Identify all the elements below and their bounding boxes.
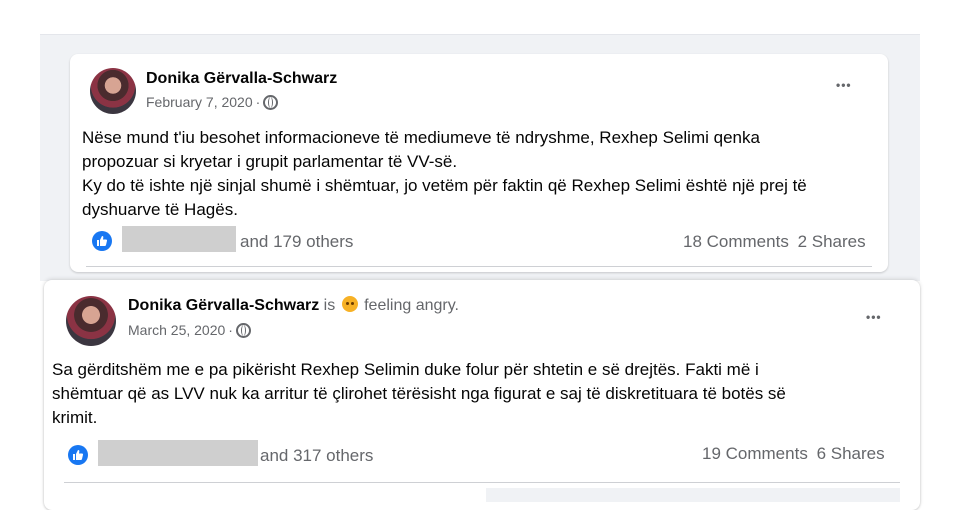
post-date[interactable]: February 7, 2020 (146, 94, 253, 110)
reactions-count[interactable]: and 317 others (260, 446, 373, 466)
author-avatar[interactable] (90, 68, 136, 114)
engagement-counts: 19 Comments 6 Shares (702, 444, 885, 464)
engagement-counts: 18 Comments 2 Shares (683, 232, 866, 252)
post-text-line: Sa gërditshëm me e pa pikërisht Rexhep S… (52, 360, 759, 379)
post-text-line: Ky do të ishte një sinjal shumë i shëmtu… (82, 176, 807, 195)
post-text: Nëse mund t'iu besohet informacioneve të… (82, 126, 882, 222)
shares-count[interactable]: 2 Shares (798, 232, 866, 251)
post-text-line: krimit. (52, 408, 98, 427)
status-is: is (323, 297, 336, 314)
actions-divider (86, 266, 872, 267)
actions-divider (64, 482, 900, 483)
author-name[interactable]: Donika Gërvalla-Schwarz (128, 297, 319, 314)
post-text-line: shëmtuar që as LVV nuk ka arritur të çli… (52, 384, 786, 403)
comments-count[interactable]: 18 Comments (683, 232, 789, 251)
post-header: Donika Gërvalla-Schwarz is feeling angry… (128, 296, 459, 315)
like-reaction-icon[interactable] (68, 445, 88, 465)
redacted-names (98, 440, 258, 466)
comments-count[interactable]: 19 Comments (702, 444, 808, 463)
globe-icon (263, 94, 279, 110)
shares-count[interactable]: 6 Shares (817, 444, 885, 463)
more-options-button[interactable]: ••• (866, 310, 882, 324)
like-reaction-icon[interactable] (92, 231, 112, 251)
feeling-status[interactable]: feeling angry. (364, 297, 459, 314)
author-name[interactable]: Donika Gërvalla-Schwarz (146, 70, 337, 88)
post-meta: February 7, 2020 · (146, 94, 279, 110)
author-avatar[interactable] (66, 296, 116, 346)
post-text-line: Nëse mund t'iu besohet informacioneve të… (82, 128, 760, 147)
globe-icon (235, 322, 251, 338)
post-text: Sa gërditshëm me e pa pikërisht Rexhep S… (52, 358, 918, 430)
meta-separator: · (228, 322, 233, 338)
post-meta: March 25, 2020 · (128, 322, 251, 338)
meta-separator: · (255, 94, 261, 110)
post-date[interactable]: March 25, 2020 (128, 322, 225, 338)
angry-emoji-icon (341, 296, 358, 312)
post-text-line: propozuar si kryetar i grupit parlamenta… (82, 152, 458, 171)
post-card-1: Donika Gërvalla-Schwarz February 7, 2020… (70, 54, 888, 272)
share-action-area[interactable] (486, 488, 900, 502)
more-options-button[interactable]: ••• (836, 78, 852, 92)
post-card-2: Donika Gërvalla-Schwarz is feeling angry… (44, 280, 920, 510)
post-text-line: dyshuarve të Hagës. (82, 200, 238, 219)
redacted-names (122, 226, 236, 252)
reactions-count[interactable]: and 179 others (240, 232, 353, 252)
